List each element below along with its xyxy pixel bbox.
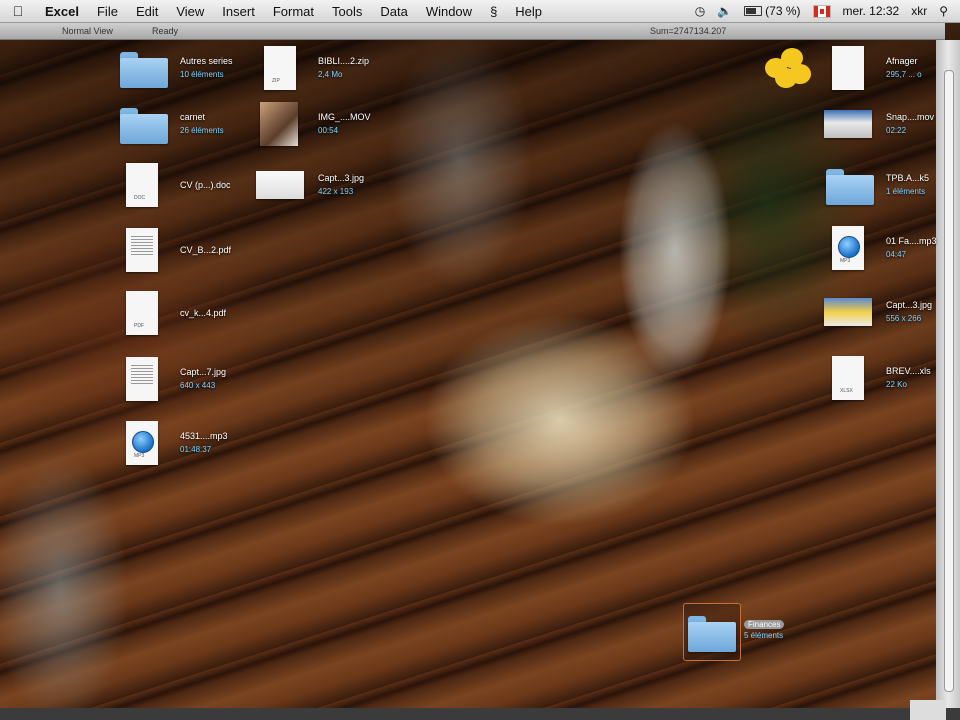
menu-tools[interactable]: Tools bbox=[323, 4, 371, 19]
selected-desktop-folder[interactable] bbox=[683, 603, 741, 661]
desktop-item-file[interactable]: Capt...3.jpg 556 x 266 bbox=[824, 284, 932, 340]
menu-clock[interactable]: mer. 12:32 bbox=[843, 4, 900, 18]
item-info: 422 x 193 bbox=[318, 187, 354, 196]
item-name: Capt...7.jpg bbox=[180, 367, 227, 377]
menu-help[interactable]: Help bbox=[506, 4, 551, 19]
item-name: CV_B...2.pdf bbox=[180, 244, 232, 255]
desktop-item-file[interactable]: MP3 01 Fa....mp3 04:47 bbox=[824, 220, 937, 276]
user-menu[interactable]: xkr bbox=[911, 4, 927, 18]
excel-status-bar: Normal View Ready Sum=2747134.207 bbox=[0, 23, 945, 40]
item-name: Capt...3.jpg bbox=[318, 173, 365, 183]
item-name: carnet bbox=[180, 112, 206, 122]
image-thumbnail-icon bbox=[256, 163, 304, 207]
time-machine-icon[interactable]: ◷ bbox=[695, 4, 705, 18]
item-info: 556 x 266 bbox=[886, 314, 922, 323]
item-name: 4531....mp3 bbox=[180, 431, 228, 441]
menu-view[interactable]: View bbox=[167, 4, 213, 19]
folder-icon bbox=[118, 102, 168, 146]
item-info: 01:48:37 bbox=[180, 445, 212, 454]
menu-file[interactable]: File bbox=[88, 4, 127, 19]
zip-archive-icon: ZIP bbox=[256, 46, 304, 90]
folder-icon bbox=[118, 46, 168, 90]
menu-bar:  Excel File Edit View Insert Format Too… bbox=[0, 0, 960, 23]
pdf-document-icon bbox=[118, 228, 166, 272]
menu-data[interactable]: Data bbox=[371, 4, 416, 19]
desktop-item-file[interactable]: ZIP BIBLI....2.zip 2,4 Mo bbox=[256, 40, 369, 96]
item-info: 22 Ko bbox=[886, 380, 907, 389]
desktop-item-file[interactable]: XLSX BREV....xls 22 Ko bbox=[824, 350, 931, 406]
menu-edit[interactable]: Edit bbox=[127, 4, 167, 19]
volume-icon[interactable]: 🔈 bbox=[717, 4, 732, 18]
item-name: cv_k...4.pdf bbox=[180, 307, 227, 318]
item-name: Finances bbox=[744, 620, 785, 629]
menu-format[interactable]: Format bbox=[264, 4, 323, 19]
item-name: 01 Fa....mp3 bbox=[886, 236, 937, 246]
document-icon: DOC bbox=[118, 163, 166, 207]
status-view-mode[interactable]: Normal View bbox=[62, 26, 113, 36]
pdf-document-icon: PDF bbox=[118, 291, 166, 335]
item-name: Capt...3.jpg bbox=[886, 300, 933, 310]
mp3-file-icon: MP3 bbox=[824, 226, 872, 270]
desktop-item-file[interactable]: Snap....mov 02:22 bbox=[824, 96, 934, 152]
status-sum: Sum=2747134.207 bbox=[650, 26, 727, 36]
desktop-item-file[interactable]: Afnager 295,7 ... o bbox=[824, 40, 922, 96]
window-vertical-scrollbar[interactable] bbox=[936, 40, 960, 708]
apple-menu-icon[interactable]:  bbox=[0, 3, 36, 19]
item-info: 04:47 bbox=[886, 250, 907, 259]
folder-icon bbox=[824, 163, 874, 207]
item-info: 640 x 443 bbox=[180, 381, 216, 390]
mp3-file-icon: MP3 bbox=[118, 421, 166, 465]
folder-icon bbox=[686, 610, 736, 654]
image-thumbnail-icon bbox=[824, 290, 872, 334]
item-name: Autres series bbox=[180, 56, 233, 66]
item-info: 02:22 bbox=[886, 126, 907, 135]
item-info: 2,4 Mo bbox=[318, 70, 343, 79]
item-name: IMG_....MOV bbox=[318, 112, 371, 122]
menu-app-excel[interactable]: Excel bbox=[36, 4, 88, 19]
document-icon bbox=[824, 46, 872, 90]
desktop-item-file[interactable]: Capt...3.jpg 422 x 193 bbox=[256, 157, 364, 213]
item-name: Snap....mov bbox=[886, 112, 935, 122]
spotlight-search-icon[interactable]: ⚲ bbox=[939, 4, 948, 18]
scrollbar-track[interactable] bbox=[944, 70, 954, 692]
desktop-item-folder[interactable]: Autres series 10 éléments bbox=[118, 40, 233, 96]
item-name: TPB.A...k5 bbox=[886, 173, 930, 183]
battery-status[interactable]: (73 %) bbox=[744, 4, 801, 18]
item-info: 26 éléments bbox=[180, 126, 224, 135]
desktop-item-folder[interactable]: TPB.A...k5 1 éléments bbox=[824, 157, 929, 213]
status-ready: Ready bbox=[152, 26, 179, 36]
item-info: 1 éléments bbox=[886, 187, 926, 196]
dock-thumbnail[interactable] bbox=[910, 700, 946, 720]
input-source-flag-icon[interactable] bbox=[812, 4, 831, 18]
item-name: Afnager bbox=[886, 56, 918, 66]
desktop-item-file[interactable]: MP3 4531....mp3 01:48:37 bbox=[118, 415, 228, 471]
desktop-item-file[interactable]: CV_B...2.pdf bbox=[118, 222, 231, 278]
movie-thumbnail-icon bbox=[824, 102, 872, 146]
desktop-item-file[interactable]: Capt...7.jpg 640 x 443 bbox=[118, 351, 226, 407]
item-name: BIBLI....2.zip bbox=[318, 56, 370, 66]
desktop-item-file[interactable]: DOC CV (p...).doc bbox=[118, 157, 231, 213]
window-bottom-edge bbox=[0, 708, 960, 720]
movie-thumbnail-icon bbox=[256, 102, 304, 146]
item-info: 00:54 bbox=[318, 126, 339, 135]
item-name: CV (p...).doc bbox=[180, 179, 231, 190]
desktop-item-file[interactable]: PDF cv_k...4.pdf bbox=[118, 285, 226, 341]
desktop-item-file[interactable]: IMG_....MOV 00:54 bbox=[256, 96, 371, 152]
battery-icon bbox=[744, 6, 763, 16]
battery-percent: (73 %) bbox=[765, 4, 801, 18]
menu-window[interactable]: Window bbox=[417, 4, 481, 19]
image-file-icon bbox=[118, 357, 166, 401]
item-info: 5 éléments bbox=[744, 631, 784, 640]
item-name: BREV....xls bbox=[886, 366, 931, 376]
selected-folder-label[interactable]: Finances 5 éléments bbox=[744, 619, 785, 641]
menu-insert[interactable]: Insert bbox=[213, 4, 264, 19]
script-menu-icon[interactable]: § bbox=[481, 4, 506, 19]
wallpaper-flower bbox=[765, 48, 815, 90]
desktop-item-folder[interactable]: carnet 26 éléments bbox=[118, 96, 224, 152]
item-info: 295,7 ... o bbox=[886, 70, 922, 79]
excel-document-icon: XLSX bbox=[824, 356, 872, 400]
menu-extras: ◷ 🔈 (73 %) mer. 12:32 xkr ⚲ bbox=[695, 4, 960, 18]
item-info: 10 éléments bbox=[180, 70, 224, 79]
